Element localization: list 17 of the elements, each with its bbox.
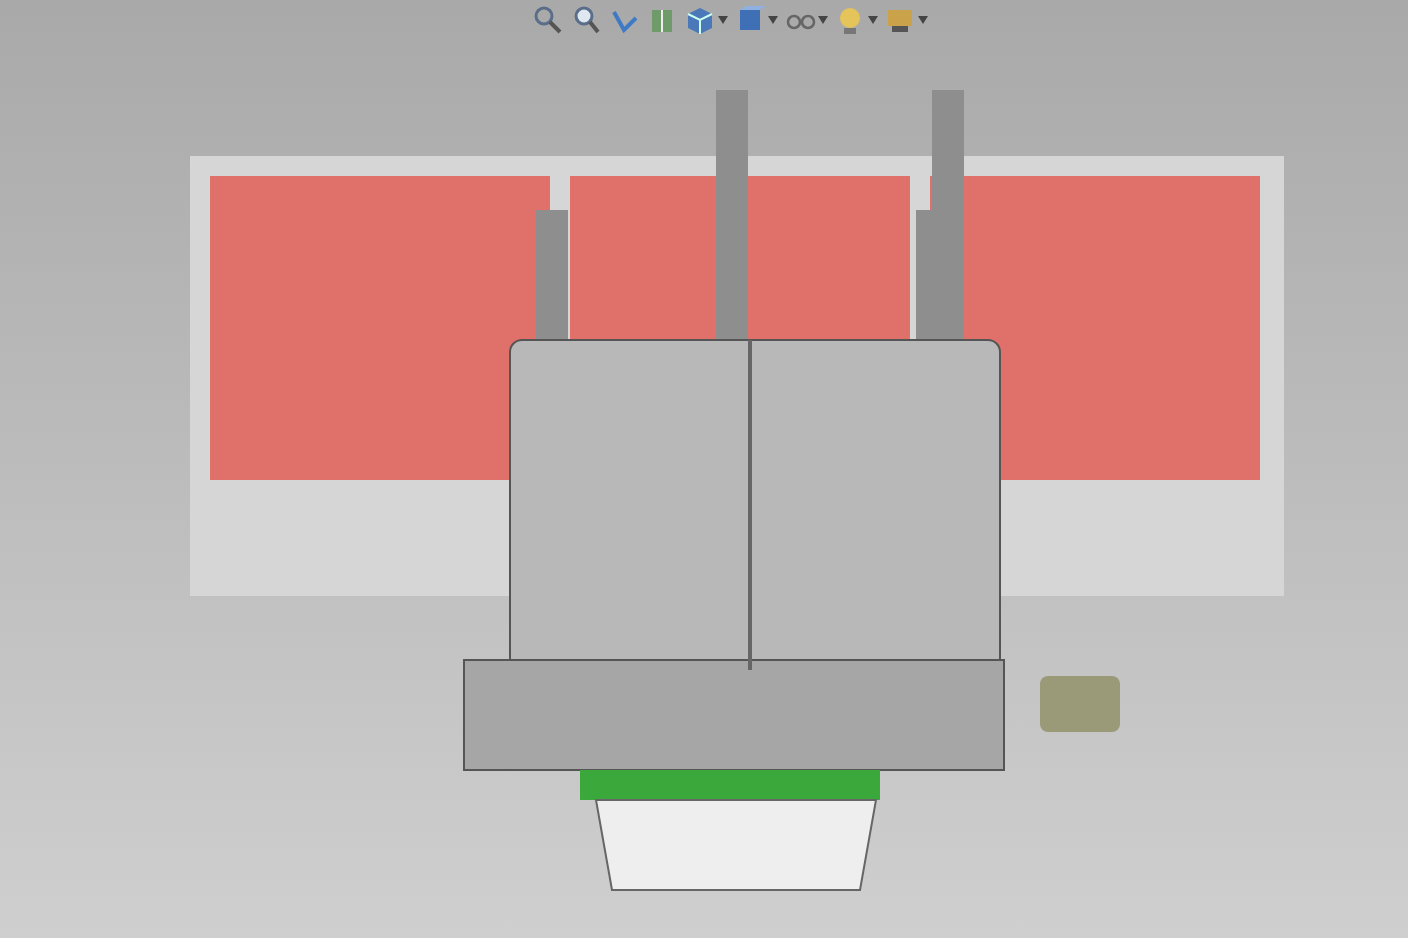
view-settings-button[interactable] — [884, 4, 928, 36]
magnifier-icon — [532, 4, 564, 36]
display-style-button[interactable] — [734, 4, 778, 36]
magnifier-icon — [570, 4, 602, 36]
caret-icon — [868, 16, 878, 24]
zoom-area-button[interactable] — [570, 4, 602, 36]
light-bulb-icon — [834, 4, 866, 36]
zoom-fit-button[interactable] — [532, 4, 564, 36]
caret-icon — [918, 16, 928, 24]
cube-icon — [684, 4, 716, 36]
caret-icon — [768, 16, 778, 24]
caret-icon — [718, 16, 728, 24]
scene-button[interactable] — [834, 4, 878, 36]
view-orientation-button[interactable] — [684, 4, 728, 36]
cube-icon — [734, 4, 766, 36]
caret-icon — [818, 16, 828, 24]
monitor-icon — [884, 4, 916, 36]
